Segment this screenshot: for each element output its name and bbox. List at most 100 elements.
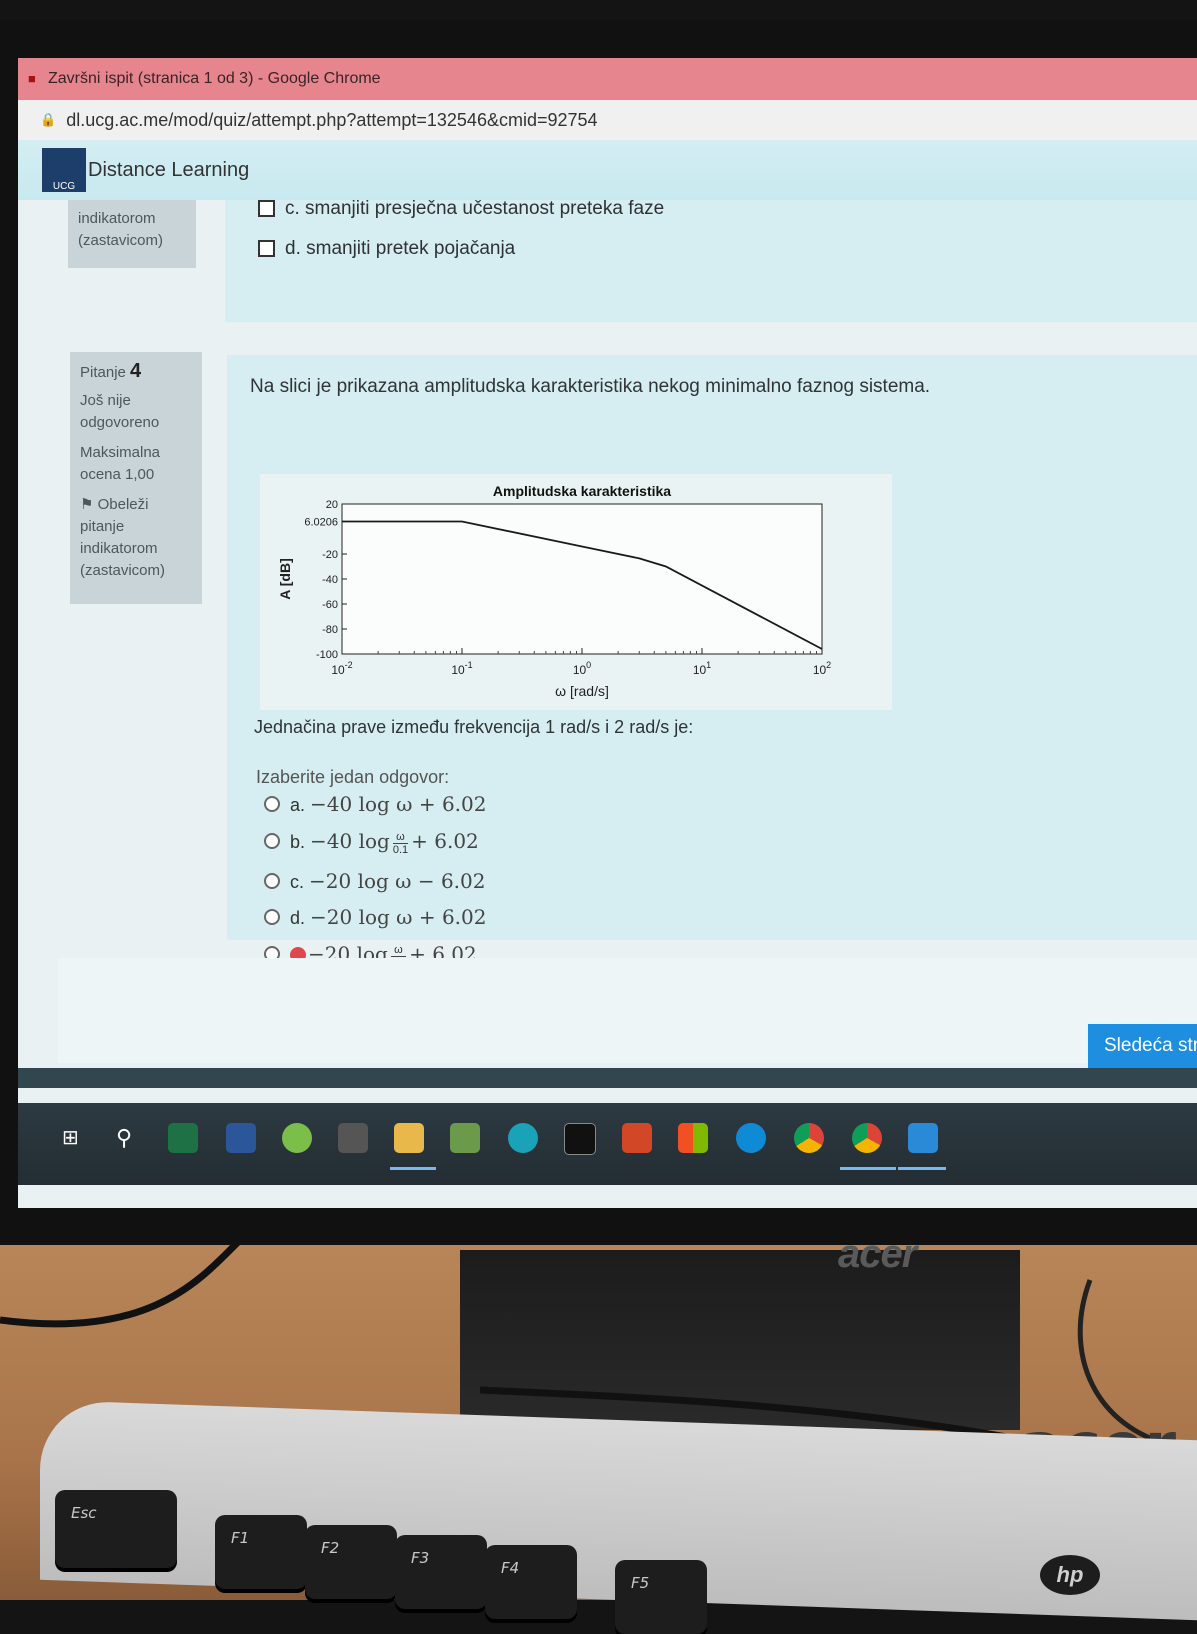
prev-option-c[interactable]: c. smanjiti presječna učestanost preteka…	[258, 198, 664, 220]
x-axis-label: ω [rad/s]	[555, 683, 609, 699]
question-max-grade: Maksimalna ocena 1,00	[80, 444, 161, 483]
windows-start-icon[interactable]: ⊞	[62, 1123, 92, 1153]
prev-question-info: indikatorom (zastavicom)	[68, 200, 196, 268]
question-text: Na slici je prikazana amplitudska karakt…	[250, 376, 931, 397]
logo-text: UCG	[52, 181, 76, 192]
powerpoint-icon[interactable]	[622, 1123, 652, 1153]
question-label: Pitanje	[80, 364, 126, 381]
file-explorer-icon[interactable]	[394, 1123, 424, 1153]
fraction-numerator: ω	[390, 944, 407, 957]
key-f3: F3	[395, 1535, 487, 1609]
active-indicator-chrome	[840, 1167, 896, 1170]
page-bottom-band	[18, 1068, 1197, 1088]
answer-fraction: ω0.1	[392, 831, 409, 856]
site-navbar: UCG Distance Learning	[18, 140, 1197, 200]
prev-flag-text-2[interactable]: (zastavicom)	[78, 230, 186, 252]
y-tick-label: -20	[322, 549, 338, 561]
word-icon[interactable]	[226, 1123, 256, 1153]
tool-icon[interactable]	[338, 1123, 368, 1153]
fraction-numerator: ω	[392, 831, 409, 844]
answer-letter: d.	[290, 908, 311, 928]
checkbox-d[interactable]	[258, 240, 275, 257]
x-tick-exponent: 0	[586, 660, 591, 670]
key-esc: Esc	[55, 1490, 177, 1568]
prev-option-d-label: d. smanjiti pretek pojačanja	[285, 238, 516, 259]
monitor-brand: acer	[838, 1232, 917, 1276]
question-info: Pitanje 4 Još nije odgovoreno Maksimalna…	[70, 352, 202, 604]
question-status: Još nije odgovoreno	[80, 392, 160, 431]
search-icon[interactable]: ⚲	[116, 1123, 146, 1153]
site-brand[interactable]: Distance Learning	[88, 159, 249, 182]
question-number-value: 4	[130, 360, 142, 382]
answer-option[interactable]: b. −40 log ω 0.1 + 6.02	[264, 829, 479, 856]
answer-option[interactable]: c. −20 log ω − 6.02	[264, 869, 486, 893]
url-text[interactable]: dl.ucg.ac.me/mod/quiz/attempt.php?attemp…	[66, 110, 597, 131]
edge-icon[interactable]	[736, 1123, 766, 1153]
answer-letter: b.	[290, 832, 311, 852]
chart-title: Amplitudska karakteristika	[493, 483, 671, 499]
taskbar: ⊞ ⚲	[18, 1103, 1197, 1185]
flag-question[interactable]: ⚑ Obeleži pitanje indikatorom (zastavico…	[80, 494, 192, 582]
radio-button[interactable]	[264, 833, 280, 849]
photos-icon[interactable]	[908, 1123, 938, 1153]
chrome-icon[interactable]	[794, 1123, 824, 1153]
app-icon[interactable]	[282, 1123, 312, 1153]
key-f5: F5	[615, 1560, 707, 1634]
checkbox-c[interactable]	[258, 200, 275, 217]
prev-option-c-label: c. smanjiti presječna učestanost preteka…	[285, 198, 665, 219]
arduino-icon[interactable]	[508, 1123, 538, 1153]
question-number: Pitanje 4	[80, 360, 192, 384]
prev-option-d[interactable]: d. smanjiti pretek pojačanja	[258, 238, 515, 260]
flag-icon[interactable]: ⚑	[80, 496, 93, 513]
amplitude-chart: Amplitudska karakteristika ω [rad/s] A [dB…	[260, 474, 892, 710]
y-tick-label: -40	[322, 574, 338, 586]
radio-button[interactable]	[264, 796, 280, 812]
answer-option[interactable]: a. −40 log ω + 6.02	[264, 792, 487, 816]
key-f2: F2	[305, 1525, 397, 1599]
y-tick-label: -100	[316, 649, 338, 661]
prev-flag-text-1[interactable]: indikatorom	[78, 208, 186, 230]
question-prompt: Jednačina prave između frekvencija 1 rad…	[254, 717, 694, 737]
answer-formula: −20 log ω + 6.02	[310, 905, 487, 929]
fraction-denominator: 0.1	[392, 843, 409, 856]
answer-formula: −40 log	[310, 829, 390, 853]
choose-label: Izaberite jedan odgovor:	[256, 767, 450, 787]
x-tick-exponent: -2	[345, 660, 353, 670]
radio-button[interactable]	[264, 909, 280, 925]
screen: ■ Završni ispit (stranica 1 od 3) - Goog…	[18, 58, 1197, 1208]
active-indicator-photos	[898, 1167, 946, 1170]
x-tick-label: 10-1	[451, 660, 472, 677]
notepad-icon[interactable]	[450, 1123, 480, 1153]
hp-logo: hp	[1040, 1555, 1100, 1595]
store-icon[interactable]	[678, 1123, 708, 1153]
moodle-favicon-icon: ■	[28, 71, 36, 86]
window-titlebar: ■ Završni ispit (stranica 1 od 3) - Goog…	[18, 58, 1197, 100]
answer-formula: −40 log ω + 6.02	[310, 792, 487, 816]
answer-option[interactable]: d. −20 log ω + 6.02	[264, 905, 487, 929]
x-tick-label: 101	[693, 660, 711, 677]
next-page-button[interactable]: Sledeća stra	[1088, 1024, 1197, 1068]
key-f4: F4	[485, 1545, 577, 1619]
lock-icon[interactable]: 🔒	[40, 112, 56, 128]
answer-formula: −20 log ω − 6.02	[309, 869, 486, 893]
y-axis-label: A [dB]	[277, 558, 293, 599]
y-tick-label: -80	[322, 624, 338, 636]
address-bar[interactable]: 🔒 dl.ucg.ac.me/mod/quiz/attempt.php?atte…	[18, 100, 1197, 141]
x-tick-exponent: 1	[706, 660, 711, 670]
x-tick-label: 102	[813, 660, 831, 677]
excel-icon[interactable]	[168, 1123, 198, 1153]
footer-strip	[58, 958, 1197, 1063]
x-tick-exponent: -1	[465, 660, 473, 670]
answer-formula-tail: + 6.02	[411, 829, 479, 853]
ucg-logo[interactable]: UCG	[42, 148, 86, 192]
x-tick-label: 100	[573, 660, 591, 677]
x-tick-exponent: 2	[826, 660, 831, 670]
plot-area	[341, 503, 823, 655]
amplitude-chart-svg: Amplitudska karakteristika ω [rad/s] A [dB…	[277, 483, 831, 699]
x-tick-label: 10-2	[331, 660, 352, 677]
terminal-icon[interactable]	[564, 1123, 596, 1155]
chrome-profile-icon[interactable]	[852, 1123, 882, 1153]
radio-button[interactable]	[264, 873, 280, 889]
window-title: Završni ispit (stranica 1 od 3) - Google…	[48, 70, 381, 87]
y-tick-label: 6.0206	[304, 516, 338, 528]
